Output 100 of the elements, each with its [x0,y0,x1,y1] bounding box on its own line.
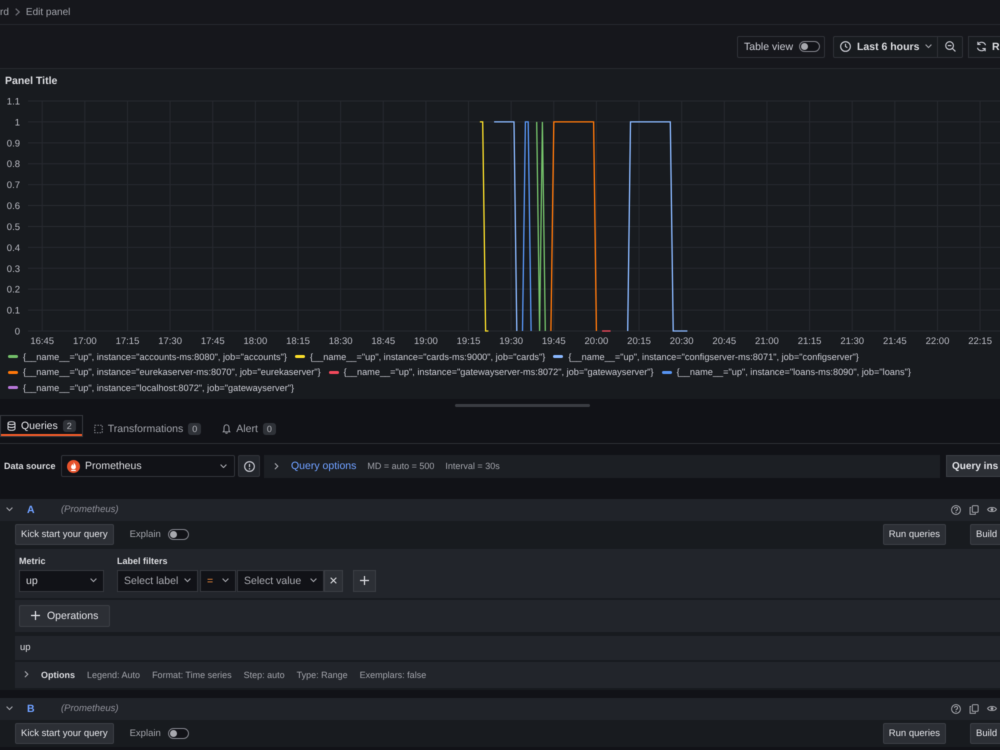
x-axis-label: 20:30 [670,336,694,347]
query-datasource-text: (Prometheus) [61,703,119,714]
x-axis-label: 22:00 [926,336,950,347]
refresh-button[interactable]: R [968,36,1000,58]
x-axis-label: 20:45 [712,336,736,347]
toggle-switch[interactable] [168,728,189,739]
legend-label[interactable]: {__name__="up", instance="localhost:8072", job="gatewayserver"} [23,382,294,393]
flame-logo-icon [67,460,80,472]
zoom-out-icon [944,41,956,52]
zoom-out-button[interactable] [938,36,963,58]
y-axis-label: 0 [14,326,20,338]
time-range-button[interactable]: Last 6 hours [833,36,938,58]
help-icon[interactable] [951,504,961,514]
kick-start-button[interactable]: Kick start your query [15,723,114,744]
chevron-icon[interactable] [6,507,13,512]
y-axis-label: 0.9 [6,138,20,150]
tab[interactable]: Queries 2 [0,414,83,436]
x-axis-label: 21:45 [882,336,907,347]
query-name[interactable]: B [27,702,61,714]
builder-mode-button[interactable]: Build [970,723,1000,744]
caret-icon [184,578,191,583]
x-axis-label: 16:45 [30,336,54,347]
copy-icon[interactable] [969,704,979,714]
add-operation-button[interactable]: Operations [19,604,110,626]
caret-icon [925,44,932,49]
x-axis-label: 18:15 [286,336,310,347]
tab[interactable]: Transformations 0 [82,414,212,442]
label-select[interactable]: Select label [117,570,198,592]
x-axis-label: 19:00 [414,336,438,347]
tab[interactable]: Alert 0 [211,414,286,442]
data-source-select[interactable]: Prometheus [61,455,235,477]
kick-start-button[interactable]: Kick start your query [15,524,114,545]
metric-select[interactable]: up [19,570,104,592]
eye-icon[interactable] [987,705,997,712]
x-axis-label: 18:00 [243,336,268,347]
eye-icon[interactable] [987,506,997,513]
plus-icon [360,576,369,585]
legend-label[interactable]: {__name__="up", instance="eurekaserver-ms:8070", job="eurekaserver"} [23,367,321,378]
toggle-switch[interactable] [168,529,189,540]
count-badge: 0 [188,422,202,434]
legend-label[interactable]: {__name__="up", instance="loans-ms:8090", job="loans"} [676,367,911,378]
table-view-switch[interactable]: Table view [737,36,825,58]
max-data-points-text: MD = auto = 500 [367,461,434,471]
operator-select[interactable]: = [200,570,236,592]
remove-filter-button[interactable] [324,570,343,592]
options-toggle[interactable]: Options [41,670,75,680]
legend-label[interactable]: {__name__="up", instance="accounts-ms:8080", job="accounts"} [23,352,287,362]
legend-label[interactable]: {__name__="up", instance="gatewayserver-ms:8072", job="gatewayserver"} [344,367,654,378]
legend-label[interactable]: {__name__="up", instance="configserver-ms:8071", job="configserver"} [568,352,859,362]
x-axis-label: 21:15 [798,336,822,347]
caret-icon [90,578,97,583]
count-badge: 0 [262,422,276,434]
bell-icon [222,424,232,434]
x-axis-label: 22:15 [968,336,992,347]
plus-icon [31,611,40,620]
close-icon [330,577,337,584]
field-label: Label filters [117,554,169,566]
dashed-square-icon [94,424,103,434]
chevron-icon[interactable] [6,706,13,711]
resize-handle[interactable] [455,404,590,406]
help-icon[interactable] [951,704,961,714]
query-inspector-button[interactable]: Query ins [946,455,1000,477]
run-queries-button[interactable]: Run queries [882,723,946,744]
x-axis-label: 17:00 [72,336,97,347]
explain-label: Explain [130,529,161,540]
x-axis-label: 17:45 [200,336,225,347]
chevron-icon[interactable] [24,671,29,678]
caret-icon [310,578,317,583]
y-axis-label: 0.8 [6,159,20,170]
add-filter-button[interactable] [353,570,376,592]
y-axis-label: 0.6 [6,201,20,212]
run-queries-button[interactable]: Run queries [882,524,946,545]
y-axis-label: 0.1 [6,306,20,317]
x-axis-label: 17:30 [158,336,182,347]
copy-icon[interactable] [969,504,979,514]
option-summary-text: Exemplars: false [360,670,426,680]
panel-title: Panel Title [4,74,58,89]
count-badge: 2 [62,420,76,432]
field-label: Metric [19,554,47,566]
option-summary-text: Type: Range [296,670,348,680]
query-preview: up [15,636,1000,660]
info-button[interactable] [238,455,260,477]
x-axis-label: 17:15 [116,336,140,347]
option-summary-text: Legend: Auto [87,670,140,680]
breadcrumb-item[interactable]: rd [0,6,9,18]
explain-label: Explain [130,728,161,739]
legend-label[interactable]: {__name__="up", instance="cards-ms:9000", job="cards"} [310,352,546,362]
query-name[interactable]: A [27,504,61,516]
chevron-icon[interactable] [274,462,279,470]
y-axis-label: 1.1 [6,96,20,108]
value-select[interactable]: Select value [237,570,324,592]
breadcrumb-item: Edit panel [26,6,70,18]
chevron-right-icon [14,8,20,16]
query-options-link[interactable]: Query options [291,460,356,472]
toggle-switch[interactable] [799,41,820,52]
y-axis-label: 0.3 [6,264,20,275]
info-icon [244,460,254,472]
builder-mode-button[interactable]: Build [970,524,1000,545]
clock-icon [840,41,851,52]
x-axis-label: 21:30 [840,336,864,347]
